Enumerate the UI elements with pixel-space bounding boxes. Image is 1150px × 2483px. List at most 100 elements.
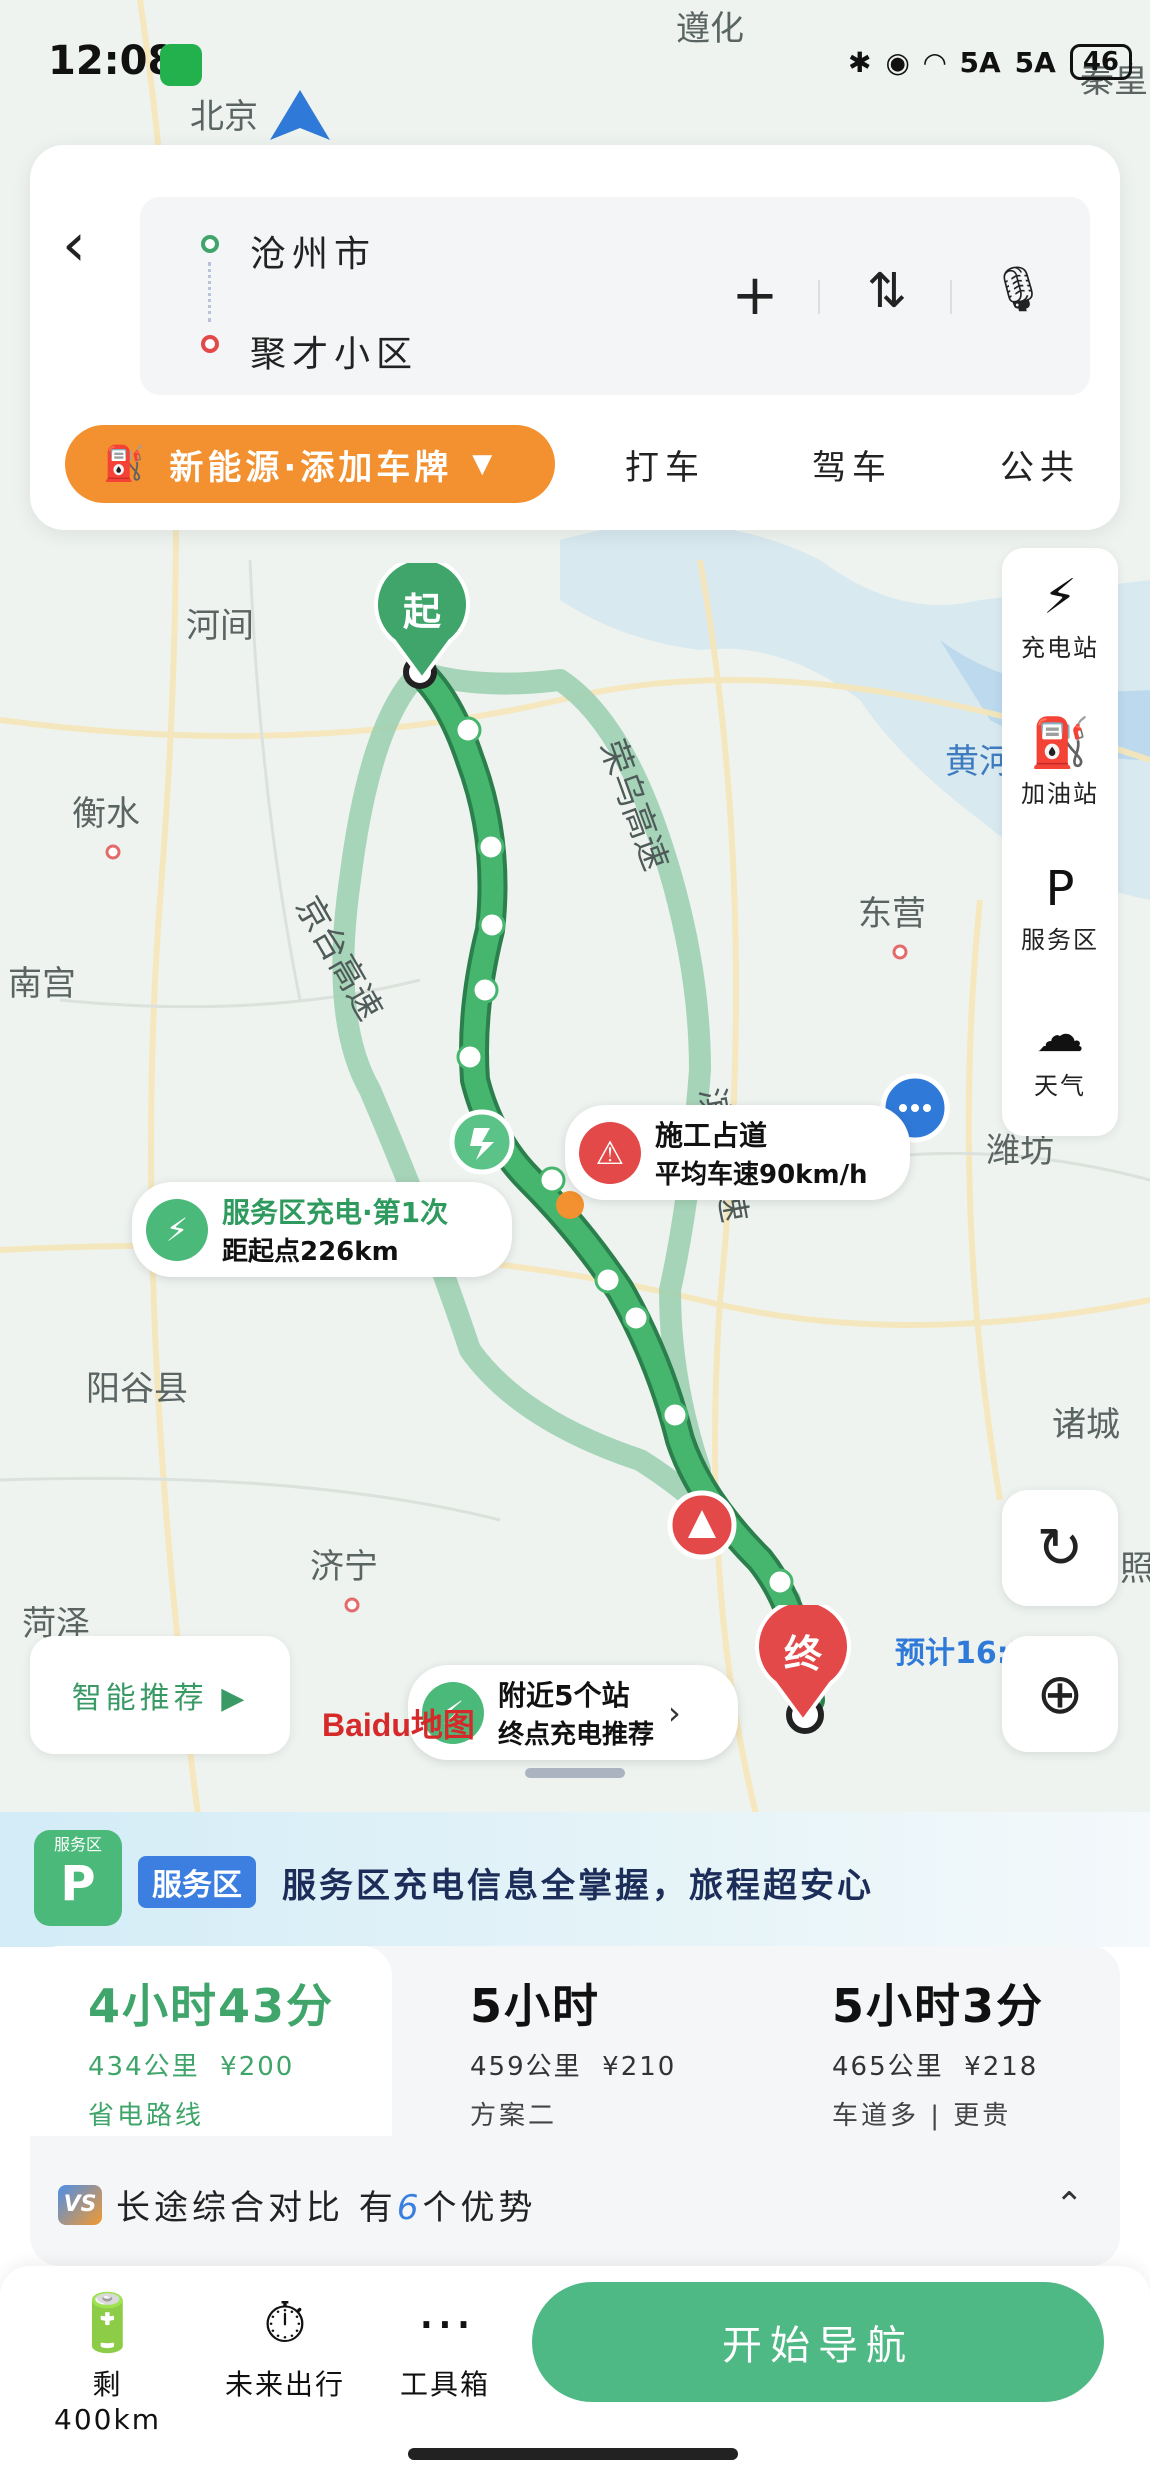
route-option-3[interactable]: 5小时3分 465公里 ¥218 车道多 | 更贵 bbox=[832, 1970, 1044, 2132]
start-dot-icon bbox=[201, 235, 219, 253]
nearby-subtitle: 终点充电推荐 bbox=[498, 1720, 655, 1750]
service-area-badge-icon: 服务区 P bbox=[34, 1830, 122, 1926]
signal-icon-2: 5A bbox=[1014, 45, 1056, 79]
weather-icon: ☁ bbox=[1036, 1007, 1084, 1063]
wifi-icon: ◠ bbox=[923, 45, 946, 79]
nearby-title: 附近5个站 bbox=[498, 1679, 630, 1712]
construction-title: 施工占道 bbox=[655, 1119, 768, 1152]
end-marker-label: 终 bbox=[783, 1632, 822, 1676]
route-dotted-line bbox=[208, 262, 212, 322]
sheet-handle[interactable] bbox=[525, 1768, 625, 1778]
side-item-label: 服务区 bbox=[1021, 926, 1099, 954]
signal-icon: 5A bbox=[959, 45, 1001, 79]
route-time: 5小时3分 bbox=[832, 1979, 1045, 2033]
city-label-hengshui: 衡水 bbox=[72, 794, 140, 834]
wechat-icon bbox=[160, 44, 202, 86]
refresh-button[interactable]: ↻ bbox=[1002, 1490, 1118, 1606]
more-dots-icon: ⋯ bbox=[417, 2291, 473, 2356]
stopwatch-icon: ⏱ bbox=[263, 2291, 307, 2356]
ev-charge-icon: ⛽ bbox=[103, 444, 150, 484]
end-dot-icon bbox=[201, 335, 219, 353]
route-tag: 车道多 | 更贵 bbox=[832, 2101, 1012, 2131]
status-time: 12:08 bbox=[48, 38, 176, 84]
mode-tab-chauffeur[interactable]: 驾车 bbox=[812, 440, 892, 489]
route-tag: 方案二 bbox=[470, 2101, 558, 2131]
voice-input-button[interactable]: 🎙 bbox=[983, 263, 1053, 315]
start-navigation-button[interactable]: 开始导航 bbox=[532, 2282, 1104, 2402]
service-area-icon: P bbox=[1045, 861, 1075, 917]
vs-badge-icon: VS bbox=[58, 2184, 102, 2225]
end-location-field[interactable]: 聚才小区 bbox=[250, 325, 418, 377]
banner-text: 服务区充电信息全掌握，旅程超安心 bbox=[282, 1866, 874, 1906]
city-label-jining: 济宁 bbox=[310, 1547, 378, 1587]
range-button[interactable]: 🔋 剩400km bbox=[40, 2285, 175, 2436]
route-meta: 434公里 ¥200 bbox=[88, 2052, 295, 2082]
side-item-charging[interactable]: ⚡ 充电站 bbox=[1002, 566, 1118, 663]
charging-title: 服务区充电·第1次 bbox=[222, 1196, 449, 1229]
route-option-1[interactable]: 4小时43分 434公里 ¥200 省电路线 bbox=[88, 1970, 334, 2132]
city-label-beijing: 北京 bbox=[190, 97, 258, 137]
smart-recommend-button[interactable]: 智能推荐 ▶ bbox=[30, 1636, 290, 1754]
start-location-field[interactable]: 沧州市 bbox=[250, 225, 376, 277]
mode-tab-taxi[interactable]: 打车 bbox=[625, 440, 705, 489]
refresh-icon: ↻ bbox=[1036, 1515, 1084, 1581]
back-button[interactable]: ‹ bbox=[62, 215, 112, 275]
route-meta: 459公里 ¥210 bbox=[470, 2052, 677, 2082]
end-marker[interactable]: 终 bbox=[755, 1598, 851, 1725]
route-tag: 省电路线 bbox=[88, 2101, 205, 2131]
charging-station-icon: ⚡ bbox=[1043, 569, 1077, 625]
route-time: 5小时 bbox=[470, 1979, 601, 2033]
charging-bubble[interactable]: ⚡ 服务区充电·第1次 距起点226km bbox=[132, 1182, 512, 1277]
baidu-logo: Baidu地图 bbox=[322, 1707, 475, 1743]
banner-tag: 服务区 bbox=[138, 1856, 256, 1908]
location-pin-icon: ◉ bbox=[885, 45, 910, 79]
construction-icon: ⚠ bbox=[579, 1121, 641, 1184]
side-item-label: 加油站 bbox=[1021, 780, 1099, 808]
incident-dot-icon bbox=[556, 1191, 584, 1219]
city-label-zunhua: 遵化 bbox=[676, 9, 744, 49]
chevron-right-icon: › bbox=[668, 1693, 681, 1732]
home-indicator[interactable] bbox=[408, 2448, 738, 2460]
start-marker[interactable]: 起 bbox=[374, 556, 470, 683]
status-indicators: ✱ ◉ ◠ 5A 5A 46 bbox=[848, 44, 1132, 80]
city-label-zhucheng: 诸城 bbox=[1052, 1405, 1120, 1445]
route-meta: 465公里 ¥218 bbox=[832, 2052, 1039, 2082]
target-icon: ⊕ bbox=[1036, 1661, 1084, 1727]
city-label-dongying: 东营 bbox=[858, 894, 926, 934]
mode-tab-ev[interactable]: ⛽ 新能源·添加车牌 ▼ bbox=[65, 425, 555, 503]
smart-recommend-label: 智能推荐 ▶ bbox=[71, 1681, 249, 1716]
compare-row[interactable]: VS 长途综合对比 有6个优势 bbox=[58, 2180, 536, 2229]
swap-route-button[interactable]: ⇅ bbox=[852, 263, 922, 319]
range-label: 剩400km bbox=[54, 2368, 161, 2436]
locate-button[interactable]: ⊕ bbox=[1002, 1636, 1118, 1752]
future-trip-label: 未来出行 bbox=[224, 2368, 345, 2401]
construction-bubble[interactable]: ⚠ 施工占道 平均车速90km/h bbox=[565, 1105, 910, 1200]
caret-down-icon: ▼ bbox=[472, 449, 497, 479]
city-label-nangong: 南宫 bbox=[8, 964, 76, 1004]
mode-tab-transit[interactable]: 公共 bbox=[1000, 440, 1080, 489]
side-item-weather[interactable]: ☁ 天气 bbox=[1002, 1004, 1118, 1101]
side-item-gas[interactable]: ⛽ 加油站 bbox=[1002, 712, 1118, 809]
toolbox-button[interactable]: ⋯ 工具箱 bbox=[385, 2285, 505, 2403]
city-label-hejian: 河间 bbox=[186, 606, 254, 646]
chevron-up-icon[interactable]: ⌃ bbox=[1055, 2185, 1084, 2225]
battery-charge-icon: 🔋 bbox=[72, 2291, 143, 2356]
route-option-2[interactable]: 5小时 459公里 ¥210 方案二 bbox=[470, 1970, 676, 2132]
city-label-yanggu: 阳谷县 bbox=[86, 1369, 188, 1409]
add-waypoint-button[interactable]: + bbox=[725, 263, 785, 328]
toolbox-label: 工具箱 bbox=[399, 2368, 490, 2401]
divider bbox=[818, 280, 820, 314]
start-navigation-label: 开始导航 bbox=[722, 2323, 914, 2369]
compare-text: 长途综合对比 有6个优势 bbox=[116, 2188, 537, 2228]
route-time: 4小时43分 bbox=[88, 1979, 335, 2033]
charging-icon: ⚡ bbox=[146, 1198, 208, 1261]
charging-distance: 距起点226km bbox=[222, 1237, 399, 1267]
construction-speed: 平均车速90km/h bbox=[655, 1160, 868, 1190]
side-item-label: 充电站 bbox=[1021, 634, 1099, 662]
mode-tab-ev-label: 新能源·添加车牌 bbox=[169, 447, 453, 488]
bluetooth-icon: ✱ bbox=[848, 45, 872, 79]
side-item-service[interactable]: P 服务区 bbox=[1002, 858, 1118, 955]
future-trip-button[interactable]: ⏱ 未来出行 bbox=[210, 2285, 360, 2403]
battery-icon: 46 bbox=[1069, 44, 1132, 80]
city-label-weifang: 潍坊 bbox=[986, 1131, 1054, 1171]
